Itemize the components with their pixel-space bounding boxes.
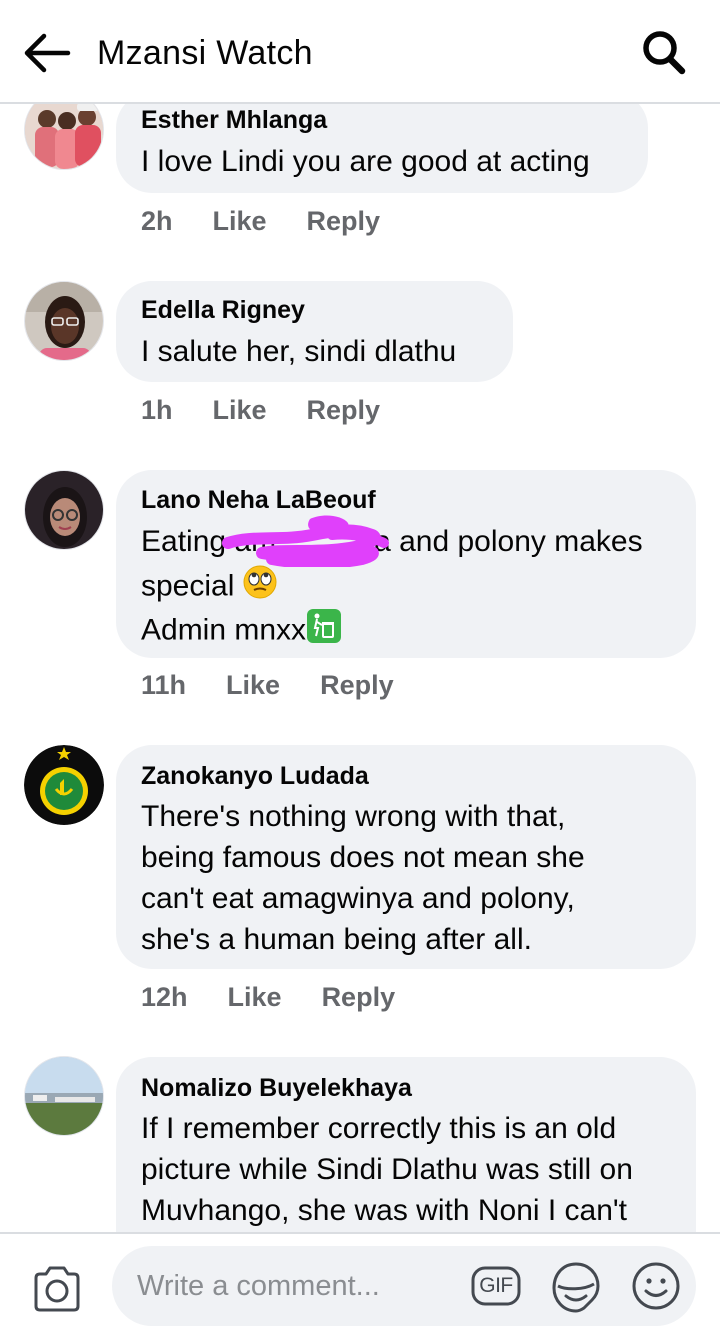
comment-text-fragment: a and polony makes xyxy=(374,525,643,558)
comment-text: I love Lindi you are good at acting xyxy=(141,145,590,178)
comments-page: Esther Mhlanga I love Lindi you are good… xyxy=(0,0,720,1336)
comment-text: Muvhango, she was with Noni I can't xyxy=(141,1194,627,1227)
like-button[interactable]: Like xyxy=(226,670,280,701)
comment-actions: 1h Like Reply xyxy=(141,395,420,426)
avatar[interactable] xyxy=(24,1056,104,1136)
sticker-icon[interactable] xyxy=(550,1260,602,1314)
comment-text: There's nothing wrong with that, xyxy=(141,800,566,833)
arrow-left-icon[interactable] xyxy=(22,30,72,76)
comment-actions: 2h Like Reply xyxy=(141,206,420,237)
comment-bubble: Lano Neha LaBeouf Eating am a and polony … xyxy=(116,470,696,658)
reply-button[interactable]: Reply xyxy=(307,395,381,426)
comment-text: I salute her, sindi dlathu xyxy=(141,335,457,368)
litter-bin-icon xyxy=(306,608,342,655)
comment-input[interactable] xyxy=(112,1246,696,1326)
comment-text-fragment: Eating am xyxy=(141,525,277,558)
comment-text: she's a human being after all. xyxy=(141,923,532,956)
comment-list: Esther Mhlanga I love Lindi you are good… xyxy=(0,0,720,1232)
rolling-eyes-icon xyxy=(243,565,277,610)
page-title: Mzansi Watch xyxy=(97,34,313,72)
comment-time[interactable]: 2h xyxy=(141,206,173,237)
reply-button[interactable]: Reply xyxy=(320,670,394,701)
comment-text: If I remember correctly this is an old xyxy=(141,1112,617,1145)
avatar[interactable] xyxy=(24,745,104,825)
comment-author[interactable]: Esther Mhlanga xyxy=(141,105,622,135)
comment-text: can't eat amagwinya and polony, xyxy=(141,882,575,915)
gif-icon[interactable]: GIF xyxy=(470,1262,522,1310)
comment-text-fragment: special xyxy=(141,569,235,603)
reply-button[interactable]: Reply xyxy=(322,982,396,1013)
reply-button[interactable]: Reply xyxy=(307,206,381,237)
avatar[interactable] xyxy=(24,470,104,550)
comment-author[interactable]: Zanokanyo Ludada xyxy=(141,761,670,791)
camera-icon[interactable] xyxy=(30,1264,84,1314)
comment-author[interactable]: Lano Neha LaBeouf xyxy=(141,485,670,515)
comment-bubble: Esther Mhlanga I love Lindi you are good… xyxy=(116,92,648,193)
like-button[interactable]: Like xyxy=(213,206,267,237)
comment-text: Eating am a and polony makes xyxy=(141,521,670,562)
comment-bubble: Nomalizo Buyelekhaya If I remember corre… xyxy=(116,1057,696,1232)
comment-text: Admin mnxx xyxy=(141,608,670,655)
comment-author[interactable]: Nomalizo Buyelekhaya xyxy=(141,1073,670,1103)
comment-actions: 11h Like Reply xyxy=(141,670,434,701)
comment-actions: 12h Like Reply xyxy=(141,982,435,1013)
like-button[interactable]: Like xyxy=(228,982,282,1013)
comment-time[interactable]: 1h xyxy=(141,395,173,426)
comment-composer: GIF xyxy=(0,1232,720,1336)
top-bar: Mzansi Watch xyxy=(0,0,720,104)
gif-label: GIF xyxy=(479,1274,513,1297)
comment-time[interactable]: 11h xyxy=(141,670,186,701)
comment-author[interactable]: Edella Rigney xyxy=(141,295,487,325)
comment-bubble: Edella Rigney I salute her, sindi dlathu xyxy=(116,281,513,382)
avatar[interactable] xyxy=(24,281,104,361)
comment-text: special xyxy=(141,565,670,610)
smiley-icon[interactable] xyxy=(630,1260,682,1312)
like-button[interactable]: Like xyxy=(213,395,267,426)
comment-text: picture while Sindi Dlathu was still on xyxy=(141,1153,633,1186)
search-icon[interactable] xyxy=(638,28,692,78)
comment-bubble: Zanokanyo Ludada There's nothing wrong w… xyxy=(116,745,696,969)
comment-text-fragment: Admin mnxx xyxy=(141,613,307,647)
comment-text: being famous does not mean she xyxy=(141,841,585,874)
comment-time[interactable]: 12h xyxy=(141,982,188,1013)
